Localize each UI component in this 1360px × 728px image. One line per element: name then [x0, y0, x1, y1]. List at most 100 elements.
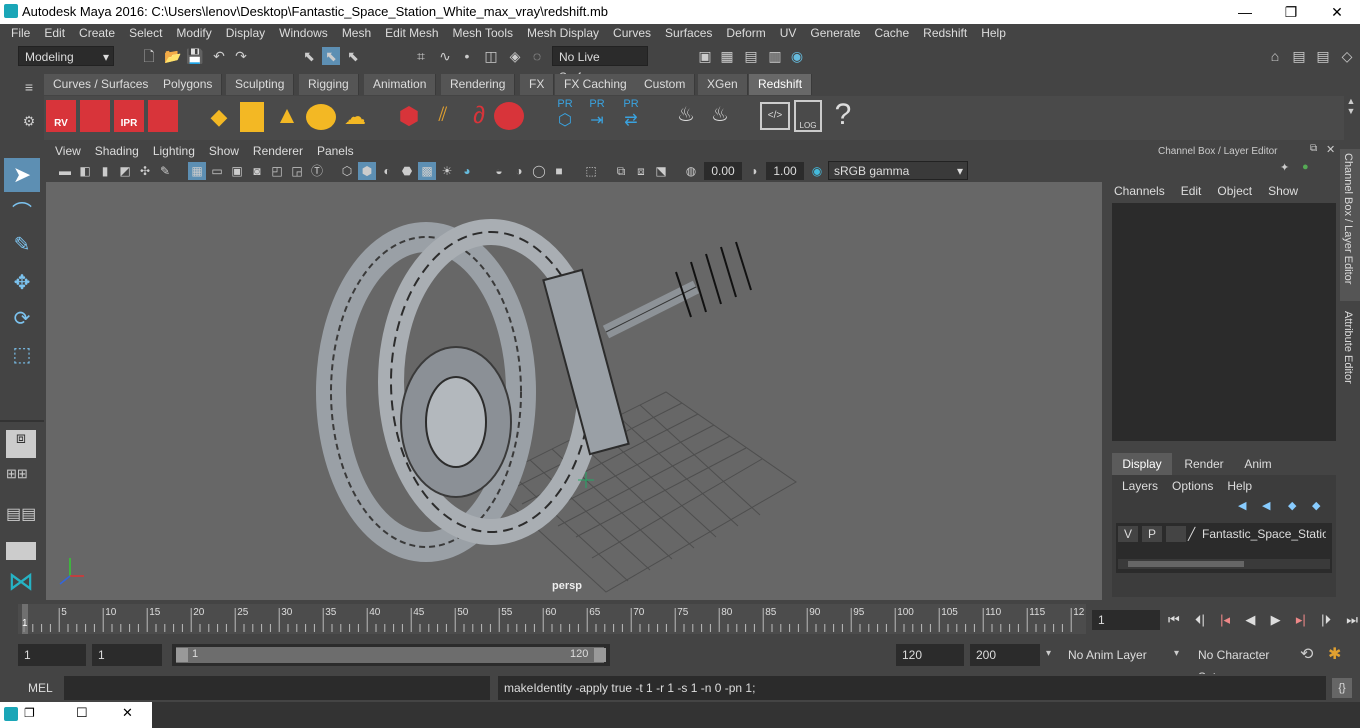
- rs-bake-set-icon[interactable]: ♨: [704, 102, 736, 130]
- layer-scroll-thumb[interactable]: [1128, 561, 1244, 567]
- single-view-layout-icon[interactable]: ⧈: [6, 430, 36, 458]
- toggle-channelbox-icon[interactable]: ▤: [1290, 47, 1308, 65]
- menu-mesh-display[interactable]: Mesh Display: [520, 24, 606, 43]
- channel-box-tool-icon[interactable]: ✦: [1280, 161, 1296, 177]
- redo-icon[interactable]: ↷: [232, 47, 250, 65]
- layers-menu[interactable]: Layers: [1122, 479, 1172, 493]
- close-button[interactable]: ✕: [1314, 0, 1360, 24]
- playback-end-field[interactable]: 120: [896, 644, 964, 666]
- maximize-button[interactable]: ❐: [1268, 0, 1314, 24]
- range-slider[interactable]: 1 120: [172, 644, 610, 666]
- rs-material-sphere-icon[interactable]: [494, 102, 524, 130]
- tab-custom[interactable]: Custom: [635, 74, 696, 95]
- mode-dropdown[interactable]: Modeling ▾: [18, 46, 114, 66]
- grid-toggle-icon[interactable]: ▦: [188, 162, 206, 180]
- layer-tab-display[interactable]: Display: [1112, 453, 1172, 475]
- render-view-icon[interactable]: ▣: [696, 47, 714, 65]
- save-scene-icon[interactable]: 💾: [186, 47, 204, 65]
- rs-bake-icon[interactable]: ♨: [670, 102, 702, 130]
- shelf-settings-icon[interactable]: ⚙: [20, 112, 38, 130]
- ipr-render-icon[interactable]: ▤: [742, 47, 760, 65]
- isolate-select-icon[interactable]: ■: [550, 162, 568, 180]
- colorspace-dropdown[interactable]: sRGB gamma ▾: [828, 161, 968, 180]
- xray-icon[interactable]: ⬚: [582, 162, 600, 180]
- script-editor-icon[interactable]: {}: [1332, 678, 1352, 698]
- exposure-icon[interactable]: ◍: [682, 162, 700, 180]
- depth-of-field-icon[interactable]: ◯: [530, 162, 548, 180]
- rs-area-light-icon[interactable]: [240, 102, 264, 132]
- redshift-batch-render-icon[interactable]: [80, 100, 110, 132]
- scale-tool-icon[interactable]: ⬚: [4, 342, 40, 374]
- menu-display[interactable]: Display: [219, 24, 272, 43]
- side-tab-attribute-editor[interactable]: Attribute Editor: [1340, 307, 1360, 405]
- tab-fx[interactable]: FX: [520, 74, 555, 95]
- rs-log-icon[interactable]: LOG: [794, 100, 822, 132]
- help-icon[interactable]: ?: [832, 98, 854, 134]
- new-layer-icon[interactable]: ◆: [1288, 499, 1296, 512]
- rs-spot-light-icon[interactable]: ▲: [272, 102, 302, 132]
- snap-grid-icon[interactable]: ⌗: [412, 47, 430, 65]
- layer-move-down-icon[interactable]: ◀: [1262, 499, 1270, 512]
- rs-proxy-icon[interactable]: ⬢: [396, 102, 422, 130]
- tab-polygons[interactable]: Polygons: [154, 74, 223, 95]
- options-menu[interactable]: Options: [1172, 479, 1227, 493]
- current-time-field[interactable]: 1: [1092, 610, 1160, 630]
- play-backward-icon[interactable]: ◀: [1245, 612, 1255, 628]
- layer-help-menu[interactable]: Help: [1227, 479, 1252, 493]
- anim-start-field[interactable]: 1: [18, 644, 86, 666]
- restore-icon[interactable]: ❐: [24, 706, 35, 720]
- backface-culling-icon[interactable]: ⬔: [652, 162, 670, 180]
- go-to-start-icon[interactable]: ⏮: [1168, 612, 1180, 628]
- ambient-occlusion-icon[interactable]: ◕: [458, 162, 476, 180]
- rs-ies-light-icon[interactable]: [306, 104, 336, 130]
- layer-tab-anim[interactable]: Anim: [1232, 453, 1284, 475]
- select-object-icon[interactable]: ⬉: [322, 47, 340, 65]
- snap-curve-icon[interactable]: ∿: [436, 47, 454, 65]
- shadows-icon[interactable]: ☀: [438, 162, 456, 180]
- pr-load-icon[interactable]: PR ⇥: [584, 98, 610, 134]
- snap-surface-icon[interactable]: ◈: [506, 47, 524, 65]
- two-d-pan-icon[interactable]: ✣: [136, 162, 154, 180]
- cb-show-menu[interactable]: Show: [1268, 184, 1298, 198]
- menu-modify[interactable]: Modify: [169, 24, 218, 43]
- render-frame-icon[interactable]: ▦: [718, 47, 736, 65]
- menu-generate[interactable]: Generate: [803, 24, 867, 43]
- image-plane-icon[interactable]: ◩: [116, 162, 134, 180]
- lasso-tool-icon[interactable]: ⌒: [4, 196, 40, 228]
- redshift-settings-icon[interactable]: [148, 100, 178, 132]
- tab-curves-surfaces[interactable]: Curves / Surfaces: [44, 74, 159, 95]
- viewport-menu-renderer[interactable]: Renderer: [246, 141, 310, 161]
- film-gate-icon[interactable]: ▭: [208, 162, 226, 180]
- rs-light-icon[interactable]: ◆: [204, 104, 234, 130]
- render-settings-icon[interactable]: ▥: [766, 47, 784, 65]
- minimized-window[interactable]: ❐ ☐ ✕: [0, 702, 152, 728]
- camera-attributes-icon[interactable]: ◧: [76, 162, 94, 180]
- four-view-layout-icon[interactable]: ⊞⊞: [6, 466, 36, 496]
- timeline-layout-icon[interactable]: [6, 542, 36, 560]
- menu-deform[interactable]: Deform: [719, 24, 772, 43]
- smooth-shade-icon[interactable]: ⬢: [358, 162, 376, 180]
- menu-mesh[interactable]: Mesh: [335, 24, 378, 43]
- select-component-icon[interactable]: ⬉: [344, 47, 362, 65]
- layer-name[interactable]: Fantastic_Space_Station_: [1202, 527, 1326, 541]
- menu-mesh-tools[interactable]: Mesh Tools: [446, 24, 520, 43]
- rs-hair-icon[interactable]: ⫽: [428, 104, 458, 130]
- layer-tab-render[interactable]: Render: [1174, 453, 1234, 475]
- viewport-menu-panels[interactable]: Panels: [310, 141, 361, 161]
- redshift-ipr-icon[interactable]: IPR: [114, 100, 144, 132]
- paint-select-icon[interactable]: ✎: [4, 232, 40, 264]
- menu-uv[interactable]: UV: [773, 24, 804, 43]
- select-tool-icon[interactable]: ➤: [4, 158, 40, 192]
- move-tool-icon[interactable]: ✥: [4, 270, 40, 302]
- viewport-menu-shading[interactable]: Shading: [88, 141, 146, 161]
- chevron-down-icon[interactable]: ▾: [1174, 648, 1179, 659]
- gate-mask-icon[interactable]: ◙: [248, 162, 266, 180]
- select-hierarchy-icon[interactable]: ⬉: [300, 47, 318, 65]
- rs-volume-icon[interactable]: ∂: [464, 102, 494, 132]
- motion-blur-icon[interactable]: ◒: [490, 162, 508, 180]
- mel-input[interactable]: [64, 676, 490, 700]
- anti-aliasing-icon[interactable]: ◑: [510, 162, 528, 180]
- gamma-icon[interactable]: ◗: [746, 162, 764, 180]
- hypershade-icon[interactable]: ◉: [788, 47, 806, 65]
- wireframe-on-shaded-icon[interactable]: ◐: [378, 162, 396, 180]
